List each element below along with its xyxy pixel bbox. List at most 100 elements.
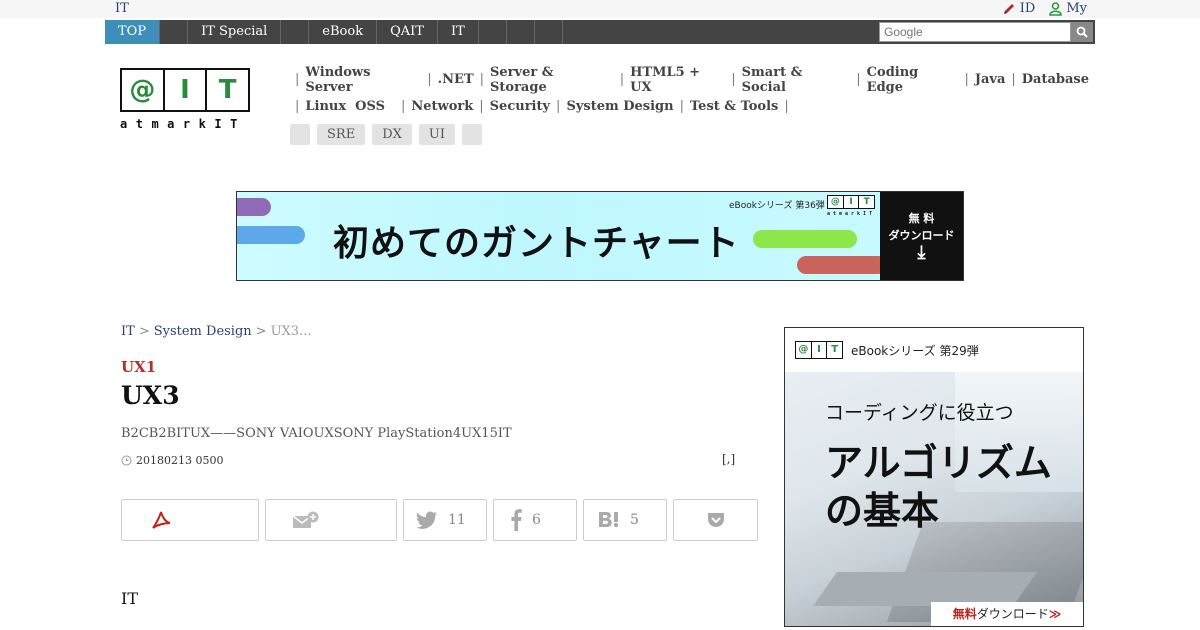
nav-blank-1[interactable]	[160, 20, 189, 44]
category-nav: | Windows Server | .NET | Server & Storage …	[289, 64, 1090, 120]
breadcrumb-home[interactable]: IT	[121, 324, 135, 339]
cat-dotnet[interactable]: .NET	[438, 72, 474, 87]
breadcrumb-separator: >	[138, 324, 150, 339]
side-ad-headline-2: アルゴリズム	[825, 440, 1052, 485]
side-ad-logo-cell: T	[831, 344, 839, 355]
ebook-side-ad[interactable]: @ I T eBookシリーズ 第29弾 コーディングに役立つ アルゴリズム の…	[784, 327, 1084, 627]
nav-qait[interactable]: QAIT	[377, 20, 438, 44]
cat-linux-oss[interactable]: Linux OSS	[305, 99, 385, 114]
banner-logo-cell: @	[828, 196, 844, 208]
nav-blank-3[interactable]	[479, 20, 507, 44]
side-ad-header: @ I T eBookシリーズ 第29弾	[785, 328, 1083, 372]
cat-test-tools[interactable]: Test & Tools	[690, 99, 778, 114]
article-title: UX3	[121, 381, 180, 410]
site-logo[interactable]: @ I T atmarkIT	[120, 68, 252, 134]
banner-series: eBookシリーズ 第36弾	[729, 201, 825, 211]
tag-sre[interactable]: SRE	[317, 124, 366, 145]
banner-decoration	[753, 230, 857, 248]
nav-blank-5[interactable]	[535, 20, 563, 44]
top-strip: IT ID My	[0, 0, 1200, 18]
hatena-bookmark-count: 5	[630, 512, 639, 528]
cat-database[interactable]: Database	[1022, 72, 1089, 87]
banner-download-line1: 無 料	[908, 212, 935, 225]
side-ad-download-label: ダウンロード	[976, 607, 1049, 621]
ebook-banner-ad[interactable]: eBookシリーズ 第36弾 @ I T atmarkIT 初めてのガントチャー…	[236, 191, 964, 281]
banner-logo-cell: T	[863, 197, 870, 207]
mail-button[interactable]	[265, 499, 397, 541]
tag-item[interactable]	[461, 124, 482, 145]
nav-it-special[interactable]: IT Special	[188, 20, 282, 44]
breadcrumb: IT > System Design > UX3...	[121, 324, 311, 339]
article-date: 20180213 0500	[136, 454, 224, 467]
hatena-bookmark-icon	[599, 512, 619, 528]
banner-headline: 初めてのガントチャート	[333, 223, 740, 264]
nav-blank-4[interactable]	[507, 20, 535, 44]
side-ad-logo: @ I T	[795, 341, 843, 359]
banner-decoration	[237, 198, 271, 216]
pencil-icon	[1003, 3, 1014, 14]
side-ad-free-label: 無料	[952, 607, 977, 621]
banner-logo-subtext: atmarkIT	[827, 211, 876, 217]
site-search	[879, 22, 1093, 42]
cat-network[interactable]: Network	[411, 99, 473, 114]
category-row-1: | Windows Server | .NET | Server & Storage …	[295, 64, 1090, 95]
cat-windows-server[interactable]: Windows Server	[305, 65, 421, 95]
banner-decoration	[237, 226, 305, 244]
pdf-icon	[152, 511, 171, 529]
cat-coding-edge[interactable]: Coding Edge	[867, 65, 959, 95]
side-ad-download-link[interactable]: 無料ダウンロード≫	[931, 602, 1083, 626]
my-link[interactable]: My	[1049, 0, 1087, 17]
category-row-2: | Linux OSS | Network | Security | System De…	[295, 99, 789, 114]
user-icon	[1049, 1, 1063, 16]
side-ad-logo-cell: I	[812, 342, 828, 358]
facebook-share-count: 6	[532, 512, 541, 528]
double-chevron-icon: ≫	[1048, 607, 1062, 621]
site-brand-link[interactable]: IT	[115, 0, 129, 17]
side-ad-logo-cell: @	[796, 342, 812, 358]
facebook-share-button[interactable]: 6	[493, 499, 577, 541]
search-icon	[1076, 26, 1088, 38]
search-button[interactable]	[1071, 22, 1093, 42]
breadcrumb-system-design[interactable]: System Design	[154, 324, 252, 339]
side-ad-series: eBookシリーズ 第29弾	[851, 343, 979, 358]
search-input[interactable]	[879, 22, 1071, 42]
cat-security[interactable]: Security	[490, 99, 550, 114]
banner-logo: @ I T	[827, 195, 875, 209]
nav-top[interactable]: TOP	[105, 20, 161, 44]
logo-cell-at: @	[122, 70, 165, 110]
id-link[interactable]: ID	[1002, 0, 1035, 17]
mail-add-icon	[292, 511, 319, 528]
cat-system-design[interactable]: System Design	[566, 99, 673, 114]
cat-java[interactable]: Java	[975, 72, 1006, 87]
logo-cell-t: T	[218, 75, 237, 105]
pdf-button[interactable]	[121, 499, 259, 541]
nav-blank-2[interactable]	[281, 20, 310, 44]
cat-smart-social[interactable]: Smart & Social	[742, 65, 851, 95]
nav-it[interactable]: IT	[438, 20, 479, 44]
logo-subtext: atmarkIT	[120, 117, 246, 131]
pocket-icon	[707, 513, 724, 527]
cat-html5-ux[interactable]: HTML5 + UX	[630, 65, 725, 95]
logo-cell-i: I	[165, 70, 208, 110]
tag-item[interactable]	[290, 124, 310, 145]
my-link-label: My	[1066, 1, 1087, 16]
global-nav: TOP IT Special eBook QAIT IT	[105, 20, 1095, 44]
banner-download-button[interactable]: 無 料 ダウンロード ⤓	[880, 192, 963, 280]
banner-decoration	[797, 256, 887, 274]
tag-list: SRE DX UI	[290, 124, 482, 145]
twitter-share-button[interactable]: 11	[403, 499, 487, 541]
tag-ui[interactable]: UI	[418, 124, 455, 145]
pocket-button[interactable]	[673, 499, 758, 541]
cat-server-storage[interactable]: Server & Storage	[490, 65, 614, 95]
article-author[interactable]: [,]	[722, 452, 735, 466]
nav-ebook[interactable]: eBook	[309, 20, 378, 44]
clock-icon	[121, 455, 132, 466]
download-icon: ⤓	[917, 242, 926, 263]
tag-dx[interactable]: DX	[372, 124, 412, 145]
hatena-bookmark-button[interactable]: 5	[583, 499, 667, 541]
breadcrumb-current: UX3...	[270, 324, 312, 339]
article-body-text: IT	[121, 589, 138, 608]
logo-mark: @ I T	[120, 68, 250, 112]
facebook-icon	[511, 509, 522, 531]
side-ad-photo: コーディングに役立つ アルゴリズム の基本 無料ダウンロード≫	[785, 372, 1083, 626]
